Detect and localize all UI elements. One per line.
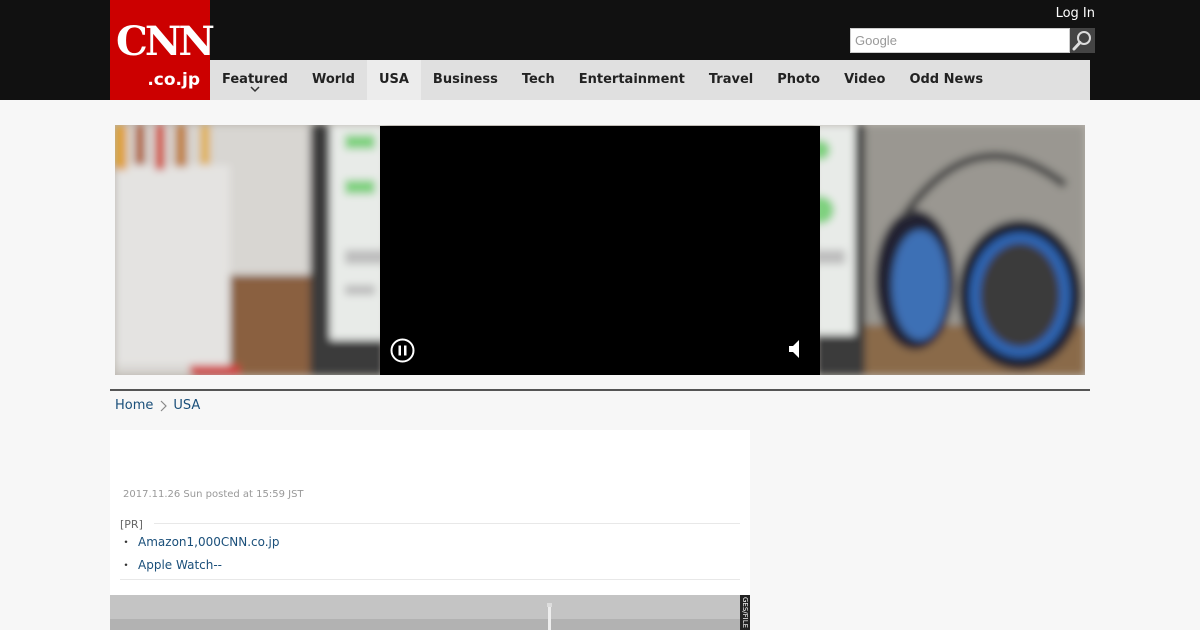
nav-item-featured[interactable]: Featured bbox=[210, 60, 300, 100]
nav-label: Video bbox=[844, 72, 886, 87]
nav-item-odd-news[interactable]: Odd News bbox=[897, 60, 995, 100]
breadcrumb-home-link[interactable]: Home bbox=[115, 398, 153, 414]
pr-link-apple-watch[interactable]: Apple Watch-- bbox=[138, 558, 222, 572]
nav-label: Odd News bbox=[909, 72, 984, 87]
pr-list-item: ・ Amazon1,000CNN.co.jp bbox=[120, 535, 280, 550]
search-input[interactable] bbox=[850, 28, 1070, 53]
nav-label: Tech bbox=[521, 72, 555, 87]
cnn-logo[interactable]: CNN .co.jp bbox=[110, 0, 215, 100]
nav-label: Business bbox=[432, 72, 498, 87]
bullet-icon: ・ bbox=[120, 558, 133, 572]
pr-link-amazon[interactable]: Amazon1,000CNN.co.jp bbox=[138, 535, 280, 549]
photo-image bbox=[110, 595, 740, 630]
pr-list-item: ・ Apple Watch-- bbox=[120, 558, 222, 573]
pr-label: [PR] bbox=[120, 518, 143, 531]
nav-label: USA bbox=[378, 72, 409, 87]
login-link[interactable]: Log In bbox=[1056, 6, 1095, 22]
pr-divider bbox=[154, 523, 740, 524]
nav-item-business[interactable]: Business bbox=[421, 60, 510, 100]
article-dateline: 2017.11.26 Sun posted at 15:59 JST bbox=[123, 489, 304, 500]
article-card: 2017.11.26 Sun posted at 15:59 JST [PR] … bbox=[110, 430, 750, 630]
pause-icon[interactable] bbox=[390, 338, 415, 363]
logo-text: CNN bbox=[116, 18, 215, 65]
breadcrumb: Home USA bbox=[115, 398, 200, 414]
nav-item-world[interactable]: World bbox=[300, 60, 367, 100]
top-header: CNN .co.jp Log In Featured World USA Bus… bbox=[0, 0, 1200, 100]
speaker-muted-icon[interactable] bbox=[788, 338, 804, 360]
breadcrumb-usa-link[interactable]: USA bbox=[173, 398, 200, 414]
nav-item-video[interactable]: Video bbox=[832, 60, 897, 100]
article-photo: GES/FILE bbox=[110, 595, 750, 630]
nav-item-usa[interactable]: USA bbox=[366, 60, 421, 100]
pr-divider-bottom bbox=[120, 579, 740, 580]
nav-label: Entertainment bbox=[578, 72, 685, 87]
section-divider bbox=[110, 389, 1090, 391]
search-button[interactable] bbox=[1070, 28, 1095, 53]
video-player[interactable] bbox=[380, 126, 820, 375]
nav-label: World bbox=[311, 72, 355, 87]
search-icon bbox=[1072, 31, 1091, 51]
chevron-down-icon bbox=[250, 86, 260, 93]
logo-domain: .co.jp bbox=[147, 70, 200, 90]
bullet-icon: ・ bbox=[120, 535, 133, 549]
nav-item-entertainment[interactable]: Entertainment bbox=[567, 60, 697, 100]
nav-item-travel[interactable]: Travel bbox=[697, 60, 765, 100]
nav-label: Photo bbox=[777, 72, 821, 87]
nav-label: Travel bbox=[708, 72, 754, 87]
nav-item-tech[interactable]: Tech bbox=[510, 60, 567, 100]
photo-credit: GES/FILE bbox=[740, 595, 750, 630]
chevron-right-icon bbox=[160, 400, 168, 412]
main-nav: Featured World USA Business Tech Enterta… bbox=[210, 60, 1090, 100]
nav-item-photo[interactable]: Photo bbox=[765, 60, 832, 100]
